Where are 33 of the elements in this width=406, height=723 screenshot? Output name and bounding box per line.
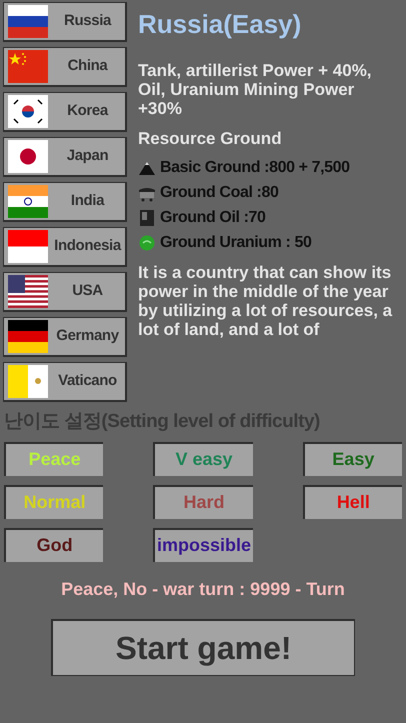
oil-barrel-icon	[138, 208, 156, 226]
flag-icon	[8, 185, 48, 218]
resource-text: Ground Coal :80	[160, 182, 278, 202]
resource-text: Basic Ground :800 + 7,500	[160, 158, 350, 178]
difficulty-button[interactable]: impossible	[153, 528, 253, 562]
flag-icon	[8, 95, 48, 128]
country-button[interactable]: India	[3, 182, 127, 222]
country-button[interactable]: Russia	[3, 2, 127, 42]
difficulty-button[interactable]: Easy	[302, 442, 402, 476]
country-title: Russia(Easy)	[138, 8, 302, 40]
difficulty-button[interactable]: God	[4, 528, 104, 562]
flag-icon	[8, 50, 48, 83]
country-button[interactable]: Korea	[3, 92, 127, 132]
flag-icon	[8, 275, 48, 308]
flag-icon	[8, 320, 48, 353]
flag-icon	[8, 230, 48, 263]
country-button[interactable]: USA	[3, 272, 127, 312]
resource-text: Ground Uranium : 50	[160, 232, 312, 252]
country-button[interactable]: Japan	[3, 137, 127, 177]
flag-icon	[8, 140, 48, 173]
country-button[interactable]: Germany	[3, 317, 127, 357]
flag-icon	[8, 365, 48, 398]
peace-turn-text: Peace, No - war turn : 9999 - Turn	[60, 578, 346, 601]
bonus-text: Tank, artillerist Power + 40%, Oil, Uranium Mining Power +30%	[138, 60, 373, 118]
country-button[interactable]: Indonesia	[3, 227, 127, 267]
country-button[interactable]: Vaticano	[3, 362, 127, 402]
country-button[interactable]: China	[3, 47, 127, 87]
description-text: It is a country that can show its power in the middle of the year by utilizing a lot of resources, a lot of land, and a lot of	[138, 263, 394, 339]
uranium-icon	[138, 234, 156, 252]
flag-icon	[8, 5, 48, 38]
start-game-button[interactable]: Start game!	[51, 618, 355, 676]
resource-heading: Resource Ground	[138, 128, 283, 150]
resource-text: Ground Oil :70	[160, 208, 266, 228]
